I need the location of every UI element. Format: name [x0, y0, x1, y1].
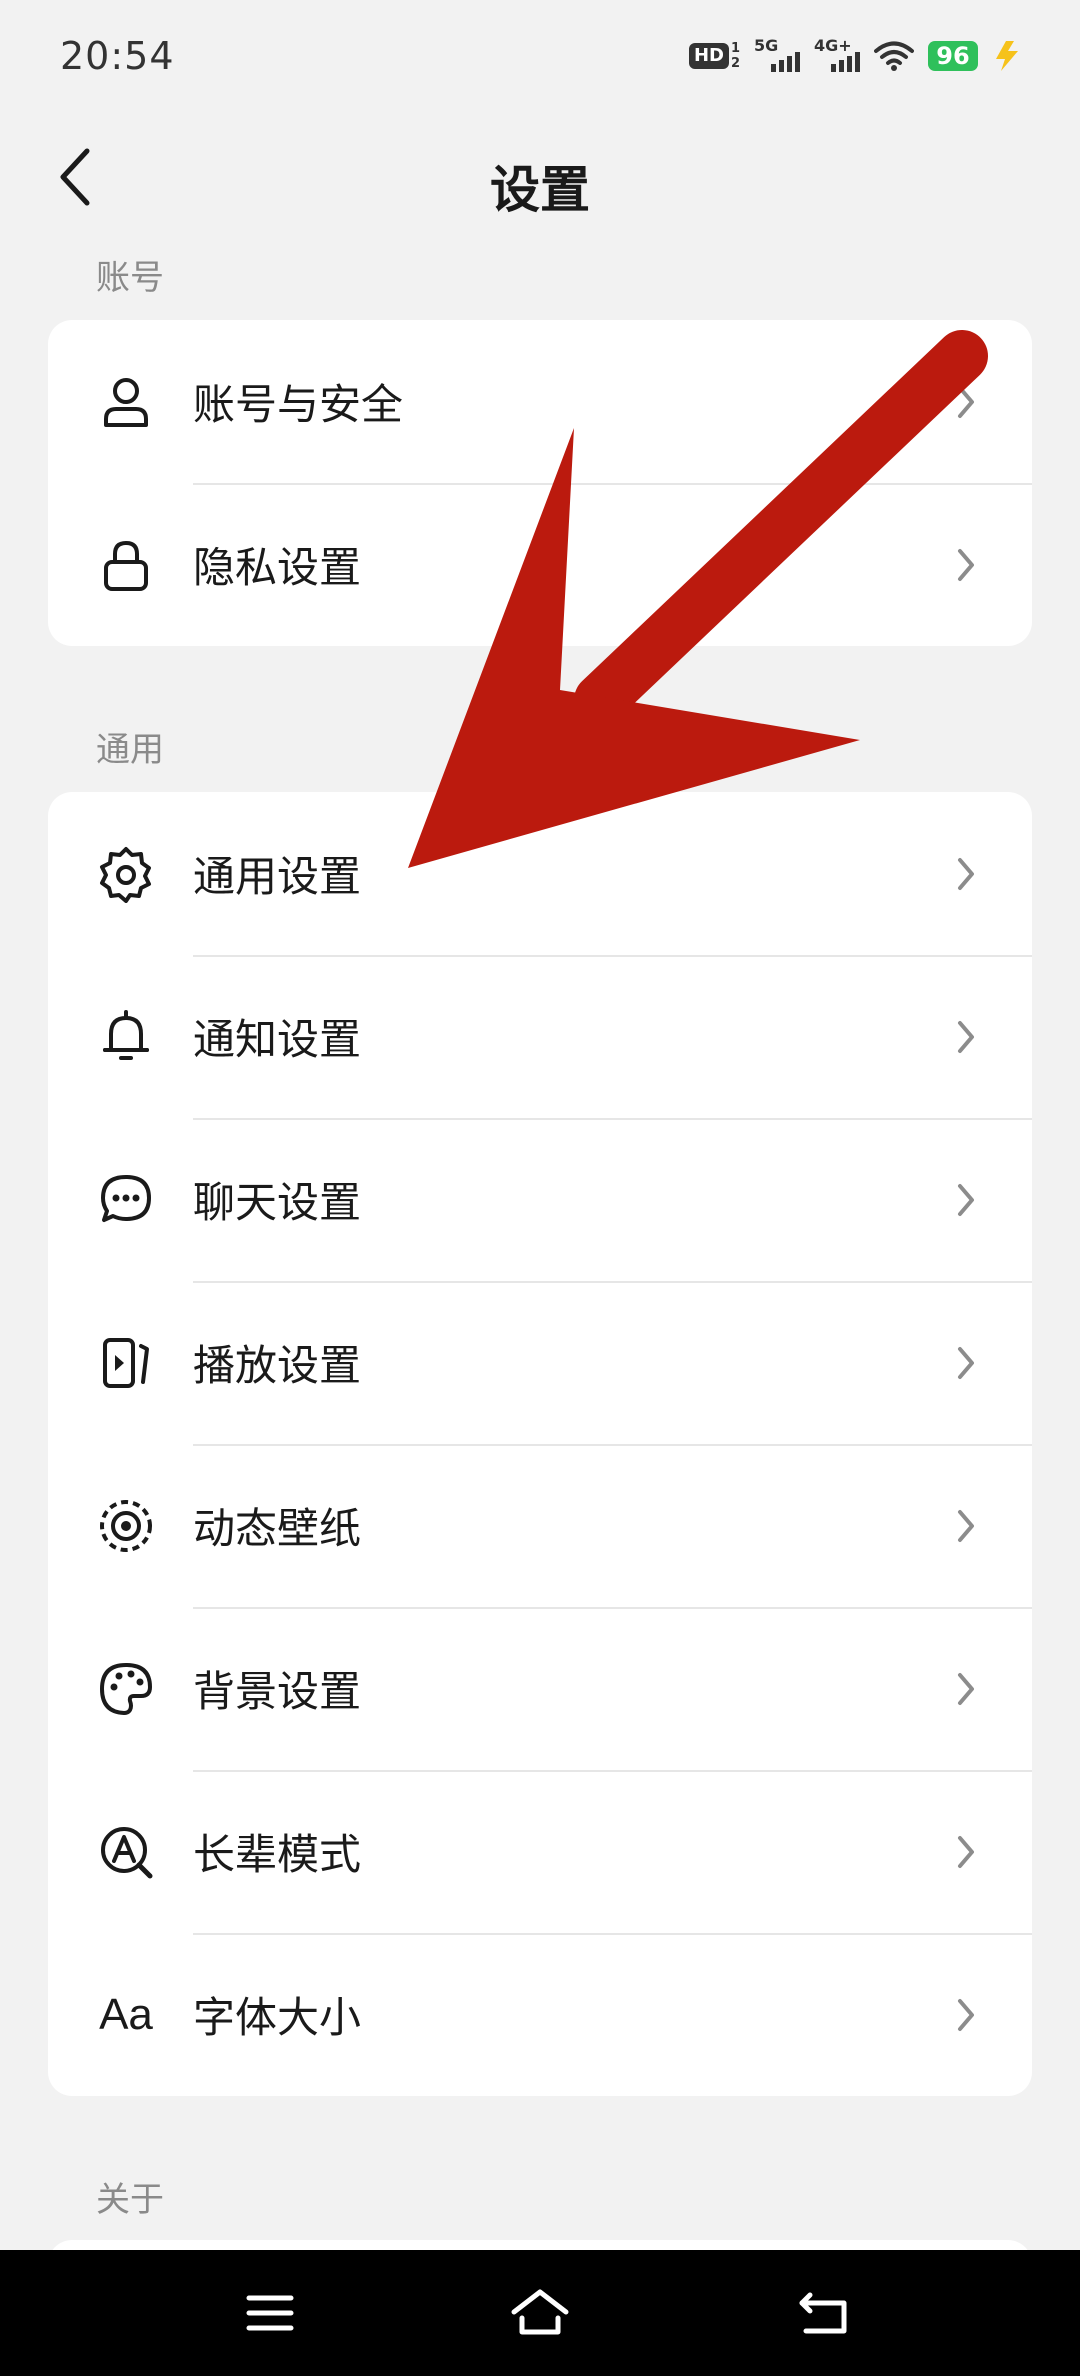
back-nav-button[interactable] — [784, 2278, 864, 2348]
page-title: 设置 — [490, 161, 590, 219]
chevron-right-icon — [958, 1346, 974, 1379]
charging-bolt-icon — [996, 41, 1018, 71]
chevron-right-icon — [958, 1672, 974, 1705]
home-icon — [511, 2289, 569, 2335]
settings-item-label: 通知设置 — [193, 1015, 362, 1064]
settings-screen: 20:54 HD 1 2 5G 4G+ 96 设置 账号 账号与安全 隐私设置 … — [0, 0, 1080, 2376]
hd-sim-top: 1 — [730, 41, 740, 56]
play-panel-icon — [96, 1333, 156, 1393]
chevron-right-icon — [958, 857, 974, 890]
settings-item-label: 字体大小 — [193, 1993, 362, 2042]
status-bar: 20:54 HD 1 2 5G 4G+ 96 — [0, 0, 1080, 120]
live-wallpaper-icon — [96, 1496, 156, 1556]
account-card: 账号与安全 隐私设置 — [48, 320, 1032, 646]
settings-item-font-size[interactable]: Aa 字体大小 — [48, 1933, 1032, 2096]
signal-4g-icon: 4G+ — [814, 38, 860, 74]
home-button[interactable] — [500, 2278, 580, 2348]
settings-item-label: 播放设置 — [193, 1341, 362, 1390]
signal-5g-icon: 5G — [754, 38, 800, 74]
chevron-right-icon — [958, 1183, 974, 1216]
back-icon — [799, 2292, 847, 2334]
header: 设置 — [0, 120, 1080, 240]
settings-item-notification[interactable]: 通知设置 — [48, 955, 1032, 1118]
settings-item-live-wallpaper[interactable]: 动态壁纸 — [48, 1444, 1032, 1607]
font-size-icon: Aa — [96, 1985, 156, 2045]
general-card: 通用设置 通知设置 聊天设置 播放设置 动态壁纸 背景设置 长辈模式 Aa 字体… — [48, 792, 1032, 2096]
user-icon — [96, 372, 156, 432]
navigation-bar — [0, 2250, 1080, 2376]
chevron-right-icon — [958, 1509, 974, 1542]
settings-item-account-security[interactable]: 账号与安全 — [48, 320, 1032, 483]
settings-item-label: 通用设置 — [193, 852, 362, 901]
gear-icon — [96, 844, 156, 904]
settings-item-general[interactable]: 通用设置 — [48, 792, 1032, 955]
settings-item-label: 账号与安全 — [193, 380, 404, 429]
settings-item-label: 动态壁纸 — [193, 1504, 362, 1553]
wifi-icon — [874, 41, 914, 71]
chat-bubble-icon — [96, 1170, 156, 1230]
chevron-right-icon — [958, 385, 974, 418]
status-icons: HD 1 2 5G 4G+ 96 — [688, 36, 1022, 76]
battery-level: 96 — [928, 41, 978, 71]
chevron-right-icon — [958, 1835, 974, 1868]
section-label-account: 账号 — [96, 258, 164, 298]
bell-icon — [96, 1007, 156, 1067]
settings-item-background[interactable]: 背景设置 — [48, 1607, 1032, 1770]
chevron-right-icon — [958, 548, 974, 581]
menu-icon — [246, 2295, 294, 2331]
hd-label: HD — [688, 43, 729, 69]
chevron-right-icon — [958, 1998, 974, 2031]
settings-item-playback[interactable]: 播放设置 — [48, 1281, 1032, 1444]
settings-item-label: 聊天设置 — [193, 1178, 362, 1227]
settings-item-label: 长辈模式 — [193, 1830, 362, 1879]
status-time: 20:54 — [60, 34, 175, 78]
font-size-icon-text: Aa — [99, 1989, 153, 2039]
hd-voice-icon: HD 1 2 — [688, 41, 740, 71]
hd-sim-index: 1 2 — [731, 41, 740, 71]
section-label-about: 关于 — [96, 2180, 164, 2220]
settings-item-label: 背景设置 — [193, 1667, 362, 1716]
lock-icon — [96, 535, 156, 595]
settings-item-elder-mode[interactable]: 长辈模式 — [48, 1770, 1032, 1933]
chevron-right-icon — [958, 1020, 974, 1053]
recent-apps-button[interactable] — [230, 2278, 310, 2348]
settings-item-privacy[interactable]: 隐私设置 — [48, 483, 1032, 646]
settings-item-label: 隐私设置 — [193, 543, 362, 592]
section-label-general: 通用 — [96, 730, 164, 770]
settings-item-chat[interactable]: 聊天设置 — [48, 1118, 1032, 1281]
elder-mode-icon — [96, 1822, 156, 1882]
palette-icon — [96, 1659, 156, 1719]
hd-sim-bottom: 2 — [730, 56, 740, 71]
